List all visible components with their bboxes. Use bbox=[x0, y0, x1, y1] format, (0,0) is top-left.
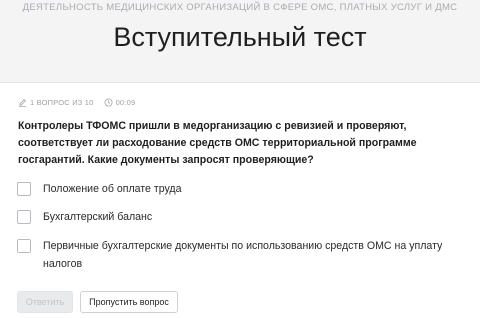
clock-icon bbox=[104, 97, 113, 107]
option-2[interactable]: Бухгалтерский баланс bbox=[17, 208, 443, 226]
option-1-checkbox[interactable] bbox=[17, 182, 31, 196]
option-1-label[interactable]: Положение об оплате труда bbox=[43, 180, 443, 198]
skip-question-button[interactable]: Пропустить вопрос bbox=[80, 291, 178, 313]
pen-icon bbox=[18, 98, 27, 107]
answer-button[interactable]: Ответить bbox=[17, 291, 73, 313]
option-3-label[interactable]: Первичные бухгалтерские документы по исп… bbox=[43, 237, 443, 273]
option-1[interactable]: Положение об оплате труда bbox=[17, 180, 443, 198]
timer: 00:09 bbox=[115, 97, 136, 107]
page-title: Вступительный тест bbox=[113, 22, 367, 52]
question-meta: 1 вопрос из 10 00:09 bbox=[18, 96, 135, 108]
page-header: Деятельность медицинских организаций в с… bbox=[0, 0, 480, 83]
option-2-label[interactable]: Бухгалтерский баланс bbox=[43, 208, 443, 226]
option-2-checkbox[interactable] bbox=[17, 210, 31, 224]
course-title: Деятельность медицинских организаций в с… bbox=[22, 2, 458, 13]
option-3-checkbox[interactable] bbox=[17, 239, 31, 253]
question-counter: 1 вопрос из 10 bbox=[30, 97, 94, 107]
question-text: Контролеры ТФОМС пришли в медорганизацию… bbox=[18, 120, 417, 166]
option-3[interactable]: Первичные бухгалтерские документы по исп… bbox=[17, 237, 443, 273]
